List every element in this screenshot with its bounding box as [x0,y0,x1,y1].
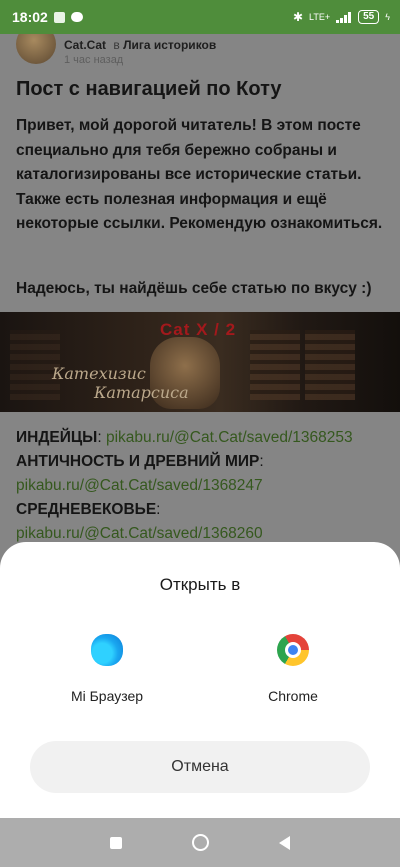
square-recents-icon[interactable] [110,836,122,849]
in-word: в [113,38,120,52]
link-url[interactable]: pikabu.ru/@Cat.Cat/saved/1368247 [16,477,263,494]
app-label: Mi Браузер [70,688,144,704]
post-body-closing: Надеюсь, ты найдёшь себе статью по вкусу… [16,280,372,297]
post-time: 1 час назад [64,54,124,66]
banner-subtitle: Катехизис Катарсиса [52,364,189,402]
chrome-icon[interactable] [277,634,309,666]
bluetooth-icon: ✱ [292,10,304,24]
status-bar: 18:02 ✱ LTE+ 55 ϟ [0,0,400,34]
app-option-mi-browser[interactable]: Mi Браузер [42,634,172,704]
banner-title: Cat X / 2 [160,320,237,339]
author-name[interactable]: Cat.Cat [64,38,106,52]
status-time: 18:02 [12,9,48,25]
message-bubble-icon [70,12,83,22]
list-item: ИНДЕЙЦЫ: pikabu.ru/@Cat.Cat/saved/136825… [16,429,353,446]
battery-level: 55 [358,10,380,24]
sheet-title: Открыть в [159,575,241,594]
post-author-header[interactable]: Cat.Cat в Лига историков 1 час назад [16,34,216,66]
group-name[interactable]: Лига историков [123,38,216,52]
notification-app-icon [53,11,65,23]
app-option-chrome[interactable]: Chrome [228,634,358,704]
link-url[interactable]: pikabu.ru/@Cat.Cat/saved/1368260 [16,525,263,542]
circle-home-icon[interactable] [192,834,209,851]
link-heading: ИНДЕЙЦЫ [16,429,98,446]
charging-icon: ϟ [385,12,390,22]
app-label: Chrome [268,688,318,704]
mi-browser-icon[interactable] [91,634,123,666]
avatar[interactable] [16,34,56,64]
open-in-sheet: Открыть в Mi Браузер Chrome Отмена [0,542,400,818]
post-body: Привет, мой дорогой читатель! В этом пос… [16,117,383,232]
navigation-bar [0,818,400,867]
link-list: ИНДЕЙЦЫ: pikabu.ru/@Cat.Cat/saved/136825… [16,426,396,546]
network-type: LTE+ [309,12,331,22]
list-item: СРЕДНЕВЕКОВЬЕ: [16,501,161,518]
link-heading: АНТИЧНОСТЬ И ДРЕВНИЙ МИР [16,453,260,470]
link-url[interactable]: pikabu.ru/@Cat.Cat/saved/1368253 [106,429,353,446]
link-heading: СРЕДНЕВЕКОВЬЕ [16,501,157,518]
post-title: Пост с навигацией по Коту [16,78,282,100]
cancel-button[interactable]: Отмена [30,741,370,793]
list-item: АНТИЧНОСТЬ И ДРЕВНИЙ МИР: [16,453,264,470]
post-banner-image: Cat X / 2 Катехизис Катарсиса [0,312,400,412]
triangle-back-icon[interactable] [279,835,290,850]
list-item: pikabu.ru/@Cat.Cat/saved/1368247 [16,474,396,498]
signal-icon [336,11,352,23]
